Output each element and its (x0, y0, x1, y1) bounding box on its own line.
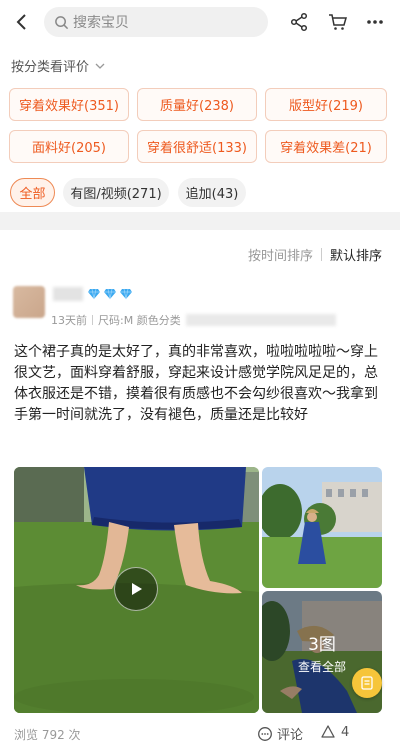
view-count: 浏览 792 次 (14, 728, 81, 742)
like-button[interactable]: 4 (320, 724, 349, 740)
play-icon (132, 583, 142, 595)
like-icon (321, 725, 335, 738)
sort-options: 按时间排序 默认排序 (248, 245, 382, 264)
tag-quality-good[interactable]: 质量好(238) (137, 88, 257, 121)
review-text: 这个裙子真的是太好了，真的非常喜欢，啦啦啦啦啦～穿上很文艺，面料穿着舒服，穿起来… (14, 344, 378, 423)
cart-icon (329, 14, 347, 30)
member-level-badge (87, 288, 133, 300)
back-button[interactable] (0, 0, 44, 44)
sort-divider (320, 248, 322, 261)
comment-label: 评论 (277, 728, 304, 743)
sort-by-time[interactable]: 按时间排序 (248, 245, 313, 264)
search-icon (55, 15, 69, 29)
tag-comfortable[interactable]: 穿着很舒适(133) (137, 130, 257, 163)
comment-icon (258, 726, 272, 741)
tab-all[interactable]: 全部 (10, 178, 55, 207)
review-filter-panel: 按分类看评价 穿着效果好(351) 质量好(238) 版型好(219) 面料好(… (0, 44, 400, 212)
tag-fabric-good[interactable]: 面料好(205) (9, 130, 129, 163)
review-video[interactable] (14, 467, 259, 713)
review-footer: 浏览 792 次 评论 4 (14, 724, 386, 744)
chevron-left-icon (16, 14, 26, 30)
review-date: 13天前 (51, 314, 87, 327)
search-placeholder: 搜索宝贝 (73, 15, 129, 31)
note-icon (361, 676, 373, 690)
more-icon (367, 20, 383, 24)
top-bar: 搜索宝贝 (0, 0, 400, 44)
play-button[interactable] (114, 567, 158, 611)
tab-appended[interactable]: 追加(43) (178, 178, 246, 207)
cart-button[interactable] (325, 9, 351, 35)
floating-action-button[interactable] (352, 668, 382, 698)
photo-thumbnail (262, 467, 382, 588)
diamond-icon (88, 288, 100, 300)
review-meta: 13天前 尺码:M 颜色分类 (51, 312, 336, 328)
view-all-label: 查看全部 (297, 659, 346, 674)
spec-blurred (185, 314, 336, 326)
tab-photo-video[interactable]: 有图/视频(271) (63, 178, 169, 207)
tag-fit-bad[interactable]: 穿着效果差(21) (265, 130, 387, 163)
review-card: 按时间排序 默认排序 13天前 尺码:M 颜色分类 这个裙子真的是太好了，真的非… (0, 230, 400, 748)
diamond-icon (120, 288, 132, 300)
sort-default[interactable]: 默认排序 (330, 245, 382, 264)
avatar[interactable] (13, 286, 45, 318)
tag-shape-good[interactable]: 版型好(219) (265, 88, 387, 121)
filter-title-text: 按分类看评价 (11, 60, 90, 75)
filter-title[interactable]: 按分类看评价 (11, 56, 107, 75)
share-button[interactable] (286, 9, 312, 35)
review-spec: 尺码:M 颜色分类 (98, 314, 181, 327)
search-input[interactable]: 搜索宝贝 (44, 7, 268, 37)
more-button[interactable] (362, 9, 388, 35)
reviewer-name-blurred (53, 287, 83, 301)
comment-button[interactable]: 评论 (257, 724, 303, 743)
review-photo-1[interactable] (262, 467, 382, 588)
diamond-icon (104, 288, 116, 300)
share-icon (290, 12, 308, 32)
chevron-down-icon (95, 63, 105, 69)
more-photos-count: 3图 (308, 634, 336, 655)
tag-fit-good[interactable]: 穿着效果好(351) (9, 88, 129, 121)
meta-divider (92, 315, 93, 325)
like-count: 4 (341, 724, 350, 740)
